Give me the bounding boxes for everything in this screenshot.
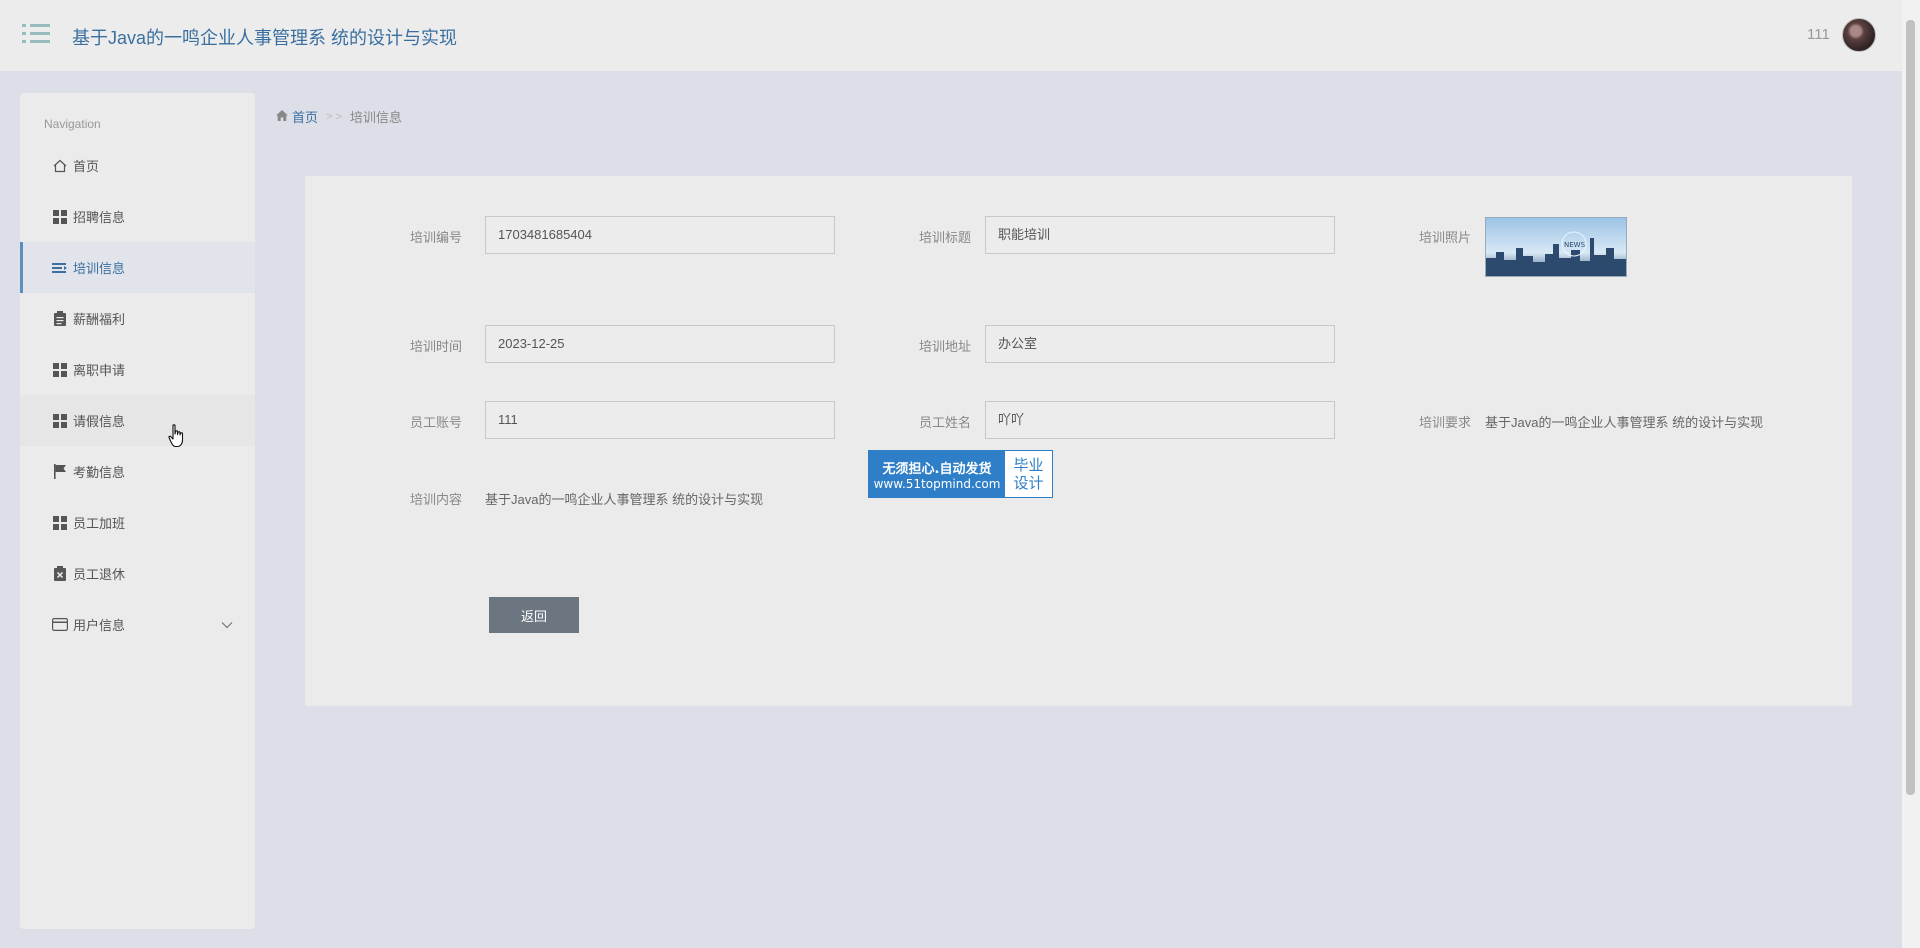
breadcrumb-separator: > > [326,110,342,123]
watermark-line2: www.51topmind.com [873,476,1001,491]
sidebar-item-attendance[interactable]: 考勤信息 [20,446,255,497]
sidebar-item-recruitment[interactable]: 招聘信息 [20,191,255,242]
employee-name-label: 员工姓名 [919,415,972,430]
sidebar-item-training[interactable]: 培训信息 [20,242,255,293]
clipboard-x-icon [52,566,68,582]
chevron-down-icon[interactable] [221,617,233,632]
sidebar-item-label: 请假信息 [73,414,126,429]
employee-account-label: 员工账号 [410,415,463,430]
watermark-right-top: 毕业 [1013,456,1044,474]
training-address-label: 培训地址 [919,339,972,354]
sidebar-item-label: 离职申请 [73,363,126,378]
sidebar-item-overtime[interactable]: 员工加班 [20,497,255,548]
sidebar-item-label: 薪酬福利 [73,312,126,327]
sidebar-item-home[interactable]: 首页 [20,140,255,191]
clipboard-icon [52,311,68,327]
sidebar-item-label: 用户信息 [73,618,126,633]
sidebar-item-label: 考勤信息 [73,465,126,480]
list-icon [52,260,68,276]
sidebar-item-label: 招聘信息 [73,210,126,225]
training-content-value: 基于Java的一鸣企业人事管理系 统的设计与实现 [485,492,764,507]
sidebar-item-salary[interactable]: 薪酬福利 [20,293,255,344]
grid-icon [52,209,68,225]
watermark-right-bottom: 设计 [1013,474,1044,492]
sidebar-item-label: 员工退休 [73,567,126,582]
home-icon [276,109,288,124]
grid-icon [52,515,68,531]
sidebar-item-resignation[interactable]: 离职申请 [20,344,255,395]
watermark-line1: 无须担心.自动发货 [882,461,992,477]
breadcrumb-current: 培训信息 [349,110,402,125]
sidebar-item-label: 员工加班 [73,516,126,531]
app-title: 基于Java的一鸣企业人事管理系 统的设计与实现 [72,28,458,48]
page-scrollbar-thumb[interactable] [1906,20,1915,795]
training-content-label: 培训内容 [410,492,463,507]
training-time-field[interactable]: 2023-12-25 [485,325,835,363]
sidebar-item-leave[interactable]: 请假信息 [20,395,255,446]
training-no-label: 培训编号 [410,230,463,245]
training-photo[interactable]: NEWS [1485,217,1627,277]
training-no-field[interactable]: 1703481685404 [485,216,835,254]
watermark-badge: 无须担心.自动发货 www.51topmind.com 毕业 设计 [868,450,1053,498]
photo-caption: NEWS [1564,241,1586,249]
breadcrumb: 首页 > > 培训信息 [276,107,402,126]
sidebar: Navigation 首页 招聘信息 培训信息 薪酬福利 离职申请 请假信息 考… [20,93,255,929]
training-requirement-value: 基于Java的一鸣企业人事管理系 统的设计与实现 [1485,415,1764,430]
grid-icon [52,413,68,429]
sidebar-item-retirement[interactable]: 员工退休 [20,548,255,599]
hand-cursor-icon [168,424,186,453]
training-title-label: 培训标题 [919,230,972,245]
sidebar-item-label: 首页 [73,159,100,174]
training-title-field[interactable]: 职能培训 [985,216,1335,254]
user-name[interactable]: 111 [1807,26,1830,43]
sidebar-item-label: 培训信息 [73,261,126,276]
nav-heading: Navigation [44,117,101,131]
home-icon [52,158,68,174]
menu-toggle-icon[interactable] [22,21,52,47]
breadcrumb-home[interactable]: 首页 [276,107,318,126]
grid-icon [52,362,68,378]
flag-icon [52,464,68,480]
avatar[interactable] [1842,18,1876,52]
card-icon [52,617,68,633]
employee-account-field[interactable]: 111 [485,401,835,439]
back-button[interactable]: 返回 [489,597,579,633]
employee-name-field[interactable]: 吖吖 [985,401,1335,439]
sidebar-item-user-info[interactable]: 用户信息 [20,599,255,650]
training-address-field[interactable]: 办公室 [985,325,1335,363]
top-bar: 基于Java的一鸣企业人事管理系 统的设计与实现 111 [0,0,1902,71]
training-time-label: 培训时间 [410,339,463,354]
training-photo-label: 培训照片 [1419,230,1472,245]
training-requirement-label: 培训要求 [1419,415,1472,430]
